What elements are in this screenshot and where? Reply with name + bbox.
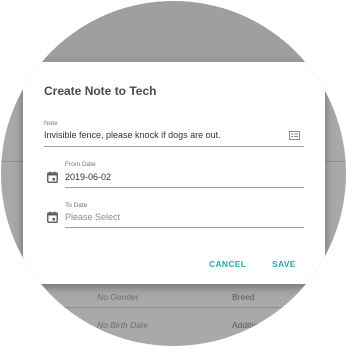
background-birthdate-text: No Birth Date: [97, 320, 149, 330]
background-header: [1, 1, 346, 61]
save-button[interactable]: SAVE: [272, 259, 296, 269]
to-date-underline: [65, 227, 304, 228]
calendar-icon[interactable]: [47, 171, 58, 183]
background-gender-text: No Gender: [97, 292, 139, 302]
calendar-icon[interactable]: [47, 211, 58, 223]
note-field[interactable]: Invisible fence, please knock if dogs ar…: [44, 130, 221, 140]
create-note-dialog: Create Note to Tech Note Invisible fence…: [23, 62, 325, 284]
from-date-field[interactable]: 2019-06-02: [65, 172, 111, 182]
note-underline: [44, 146, 304, 147]
note-label: Note: [44, 120, 58, 127]
dialog-title: Create Note to Tech: [44, 84, 157, 98]
viewport-circle: No Gender Breed No Birth Date Additio Cr…: [1, 1, 346, 346]
cancel-button[interactable]: CANCEL: [209, 259, 246, 269]
to-date-label: To Date: [65, 202, 88, 209]
notes-icon[interactable]: [289, 131, 300, 140]
from-date-underline: [65, 187, 304, 188]
to-date-field[interactable]: Please Select: [65, 212, 120, 222]
background-divider: [1, 307, 346, 308]
background-breed-text: Breed: [232, 292, 255, 302]
from-date-label: From Date: [65, 161, 96, 168]
background-additional-text: Additio: [232, 320, 258, 330]
